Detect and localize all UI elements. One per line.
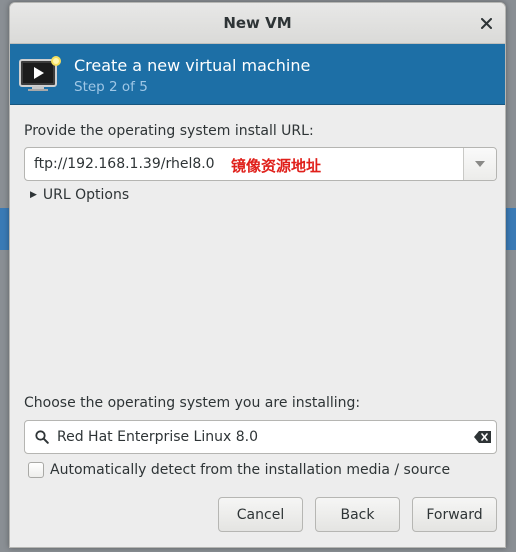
forward-button[interactable]: Forward xyxy=(412,497,497,532)
install-url-annotation: 镜像资源地址 xyxy=(231,157,322,175)
back-button[interactable]: Back xyxy=(315,497,400,532)
titlebar: New VM xyxy=(10,3,505,44)
window-title: New VM xyxy=(223,14,292,32)
auto-detect-option[interactable]: Automatically detect from the installati… xyxy=(28,462,450,478)
os-select-label: Choose the operating system you are inst… xyxy=(24,395,361,411)
search-icon xyxy=(29,430,55,444)
url-options-label: URL Options xyxy=(42,187,130,203)
install-url-dropdown-button[interactable] xyxy=(463,148,496,180)
banner-step: Step 2 of 5 xyxy=(74,78,148,95)
auto-detect-checkbox[interactable] xyxy=(28,462,44,478)
install-url-combobox[interactable]: ftp://192.168.1.39/rhel8.0 镜像资源地址 xyxy=(24,147,497,181)
expander-arrow-icon: ▶ xyxy=(30,190,37,200)
install-url-label: Provide the operating system install URL… xyxy=(24,123,314,139)
os-search-input[interactable]: Red Hat Enterprise Linux 8.0 xyxy=(55,429,468,445)
close-button[interactable] xyxy=(478,15,495,32)
chevron-down-icon xyxy=(475,161,485,167)
cancel-button[interactable]: Cancel xyxy=(218,497,303,532)
clear-text-icon[interactable] xyxy=(468,431,496,443)
wizard-banner: Create a new virtual machine Step 2 of 5 xyxy=(10,44,505,105)
new-vm-dialog: New VM Create a new virtual machine Step… xyxy=(9,2,506,548)
auto-detect-label: Automatically detect from the installati… xyxy=(50,462,451,478)
banner-title: Create a new virtual machine xyxy=(74,55,311,75)
monitor-play-icon xyxy=(18,54,64,94)
url-options-expander[interactable]: ▶ URL Options xyxy=(30,187,129,203)
close-icon xyxy=(481,18,492,29)
os-search-entry[interactable]: Red Hat Enterprise Linux 8.0 xyxy=(24,420,497,454)
